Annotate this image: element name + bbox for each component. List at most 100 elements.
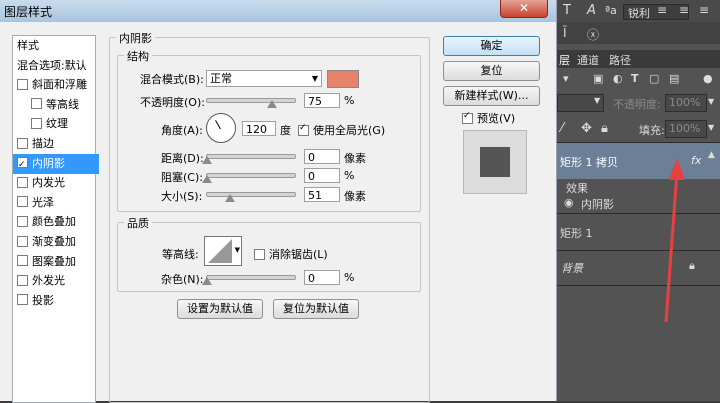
choke-input[interactable]: 0 — [304, 168, 340, 183]
style-list-item[interactable]: 内阴影 — [13, 153, 99, 175]
style-list-item[interactable]: 等高线 — [13, 95, 113, 115]
style-list-item[interactable]: 斜面和浮雕 — [13, 75, 99, 95]
size-slider[interactable] — [206, 192, 296, 197]
chevron-down-icon: ▼ — [594, 96, 601, 105]
blend-opacity-row: ▼ 不透明度: 100% ▼ — [557, 92, 720, 114]
style-list-label: 渐变叠加 — [32, 235, 76, 248]
chevron-down-icon: ▼ — [234, 246, 240, 254]
distance-slider[interactable] — [206, 154, 296, 159]
filter-kind-icon[interactable]: ▾ — [563, 72, 569, 85]
align-left-icon[interactable]: ≡ — [657, 3, 667, 17]
new-style-button[interactable]: 新建样式(W)... — [443, 86, 540, 106]
opacity-slider[interactable] — [206, 98, 296, 103]
style-list-item[interactable]: 纹理 — [13, 114, 113, 134]
preview-checkbox[interactable]: 预览(V) — [462, 110, 515, 126]
checkbox-unchecked-icon[interactable] — [17, 255, 28, 267]
align-right-icon[interactable]: ≡ — [699, 3, 709, 17]
checkbox-unchecked-icon[interactable] — [17, 137, 28, 149]
style-list-item[interactable]: 光泽 — [13, 193, 99, 213]
contour-curve-icon — [208, 239, 232, 263]
checkbox-unchecked-icon[interactable] — [17, 78, 28, 90]
opacity-input[interactable]: 75 — [304, 93, 340, 108]
angle-input[interactable]: 120 — [242, 121, 276, 136]
tab-channels[interactable]: 通道 — [577, 52, 599, 68]
noise-slider[interactable] — [206, 275, 296, 280]
filter-image-icon[interactable]: ▣ — [593, 72, 603, 85]
shadow-color-swatch[interactable] — [327, 70, 359, 88]
style-list-item[interactable]: 渐变叠加 — [13, 232, 99, 252]
style-list-item[interactable]: 样式 — [17, 36, 99, 56]
size-label: 大小(S): — [161, 190, 203, 203]
set-default-button[interactable]: 设置为默认值 — [177, 299, 263, 319]
opacity-slider-thumb[interactable] — [267, 100, 277, 108]
checkbox-unchecked-icon[interactable] — [17, 215, 28, 227]
filter-toggle-icon[interactable]: ● — [703, 72, 713, 85]
eye-icon[interactable]: ◉ — [564, 196, 574, 209]
filter-adjust-icon[interactable]: ◐ — [613, 72, 623, 85]
style-list-label: 描边 — [32, 137, 54, 150]
lock-position-icon[interactable]: ✥ — [581, 121, 592, 136]
lock-all-icon[interactable]: 🔒︎ — [601, 121, 608, 136]
checkbox-unchecked-icon[interactable] — [17, 196, 28, 208]
blend-mode-label: 混合模式(B): — [140, 73, 204, 86]
fx-icon[interactable]: fx — [691, 154, 701, 167]
layer-name: 背景 — [561, 262, 583, 275]
ok-button[interactable]: 确定 — [443, 36, 540, 56]
text-style-icon[interactable]: T — [563, 3, 571, 18]
layer-blend-select[interactable]: ▼ — [557, 94, 604, 112]
style-list-item[interactable]: 图案叠加 — [13, 252, 99, 272]
style-list-item[interactable]: 外发光 — [13, 271, 99, 291]
distance-unit: 像素 — [344, 152, 366, 165]
checkbox-unchecked-icon[interactable] — [17, 176, 28, 188]
fill-value: 100% — [669, 122, 701, 135]
size-slider-thumb[interactable] — [225, 194, 235, 202]
checkbox-unchecked-icon[interactable] — [31, 98, 42, 110]
lock-pixels-icon[interactable]: ⁄ — [561, 121, 563, 136]
chevron-down-icon[interactable]: ▼ — [708, 123, 714, 132]
angle-label: 角度(A): — [161, 124, 203, 137]
checkbox-unchecked-icon[interactable] — [17, 274, 28, 286]
layer-filter-row: ▾ ▣ ◐ T ▢ ▤ ● — [557, 68, 720, 90]
choke-slider[interactable] — [206, 173, 296, 178]
noise-input[interactable]: 0 — [304, 270, 340, 285]
chevron-down-icon[interactable]: ▼ — [708, 97, 714, 106]
antialias-checkbox[interactable]: 消除锯齿(L) — [254, 246, 328, 262]
style-list-item[interactable]: 内发光 — [13, 173, 99, 193]
checkbox-unchecked-icon[interactable] — [31, 117, 42, 129]
global-light-checkbox[interactable]: 使用全局光(G) — [298, 122, 385, 138]
style-list-item[interactable]: 颜色叠加 — [13, 212, 99, 232]
reset-button[interactable]: 复位 — [443, 61, 540, 81]
text-color-icon[interactable]: Ĩ — [563, 26, 567, 40]
size-input[interactable]: 51 — [304, 187, 340, 202]
warp-text-icon[interactable]: A — [587, 3, 596, 18]
filter-smart-icon[interactable]: ▤ — [669, 72, 679, 85]
filter-type-icon[interactable]: T — [631, 72, 639, 85]
distance-input[interactable]: 0 — [304, 149, 340, 164]
layer-opacity-input[interactable]: 100% — [665, 94, 707, 112]
distance-slider-thumb[interactable] — [202, 156, 212, 164]
checkbox-checked-icon[interactable] — [298, 123, 309, 136]
checkbox-checked-icon[interactable] — [462, 111, 473, 124]
noise-slider-thumb[interactable] — [202, 277, 212, 285]
style-list-item[interactable]: 混合选项:默认 — [17, 56, 99, 76]
style-list-item[interactable]: 投影 — [13, 291, 99, 311]
contour-picker[interactable]: ▼ — [204, 236, 242, 266]
tab-paths[interactable]: 路径 — [609, 52, 631, 68]
character-panel-icon[interactable]: ⓧ — [587, 26, 599, 43]
angle-dial[interactable] — [206, 113, 236, 143]
style-list-label: 投影 — [32, 293, 54, 307]
checkbox-unchecked-icon[interactable] — [17, 294, 28, 306]
expand-effects-icon[interactable]: ▲ — [708, 150, 715, 160]
tab-layers[interactable]: 层 — [559, 52, 570, 68]
style-list-item[interactable]: 描边 — [13, 134, 99, 154]
checkbox-unchecked-icon[interactable] — [17, 235, 28, 247]
close-button[interactable]: ✕ — [500, 0, 548, 18]
checkbox-unchecked-icon[interactable] — [254, 248, 265, 260]
filter-shape-icon[interactable]: ▢ — [649, 72, 659, 85]
align-center-icon[interactable]: ≡ — [679, 3, 689, 17]
choke-slider-thumb[interactable] — [202, 175, 212, 183]
blend-mode-select[interactable]: 正常 ▼ — [206, 70, 322, 87]
layer-fill-input[interactable]: 100% — [665, 120, 707, 138]
reset-default-button[interactable]: 复位为默认值 — [273, 299, 359, 319]
checkbox-checked-icon[interactable] — [17, 155, 28, 175]
